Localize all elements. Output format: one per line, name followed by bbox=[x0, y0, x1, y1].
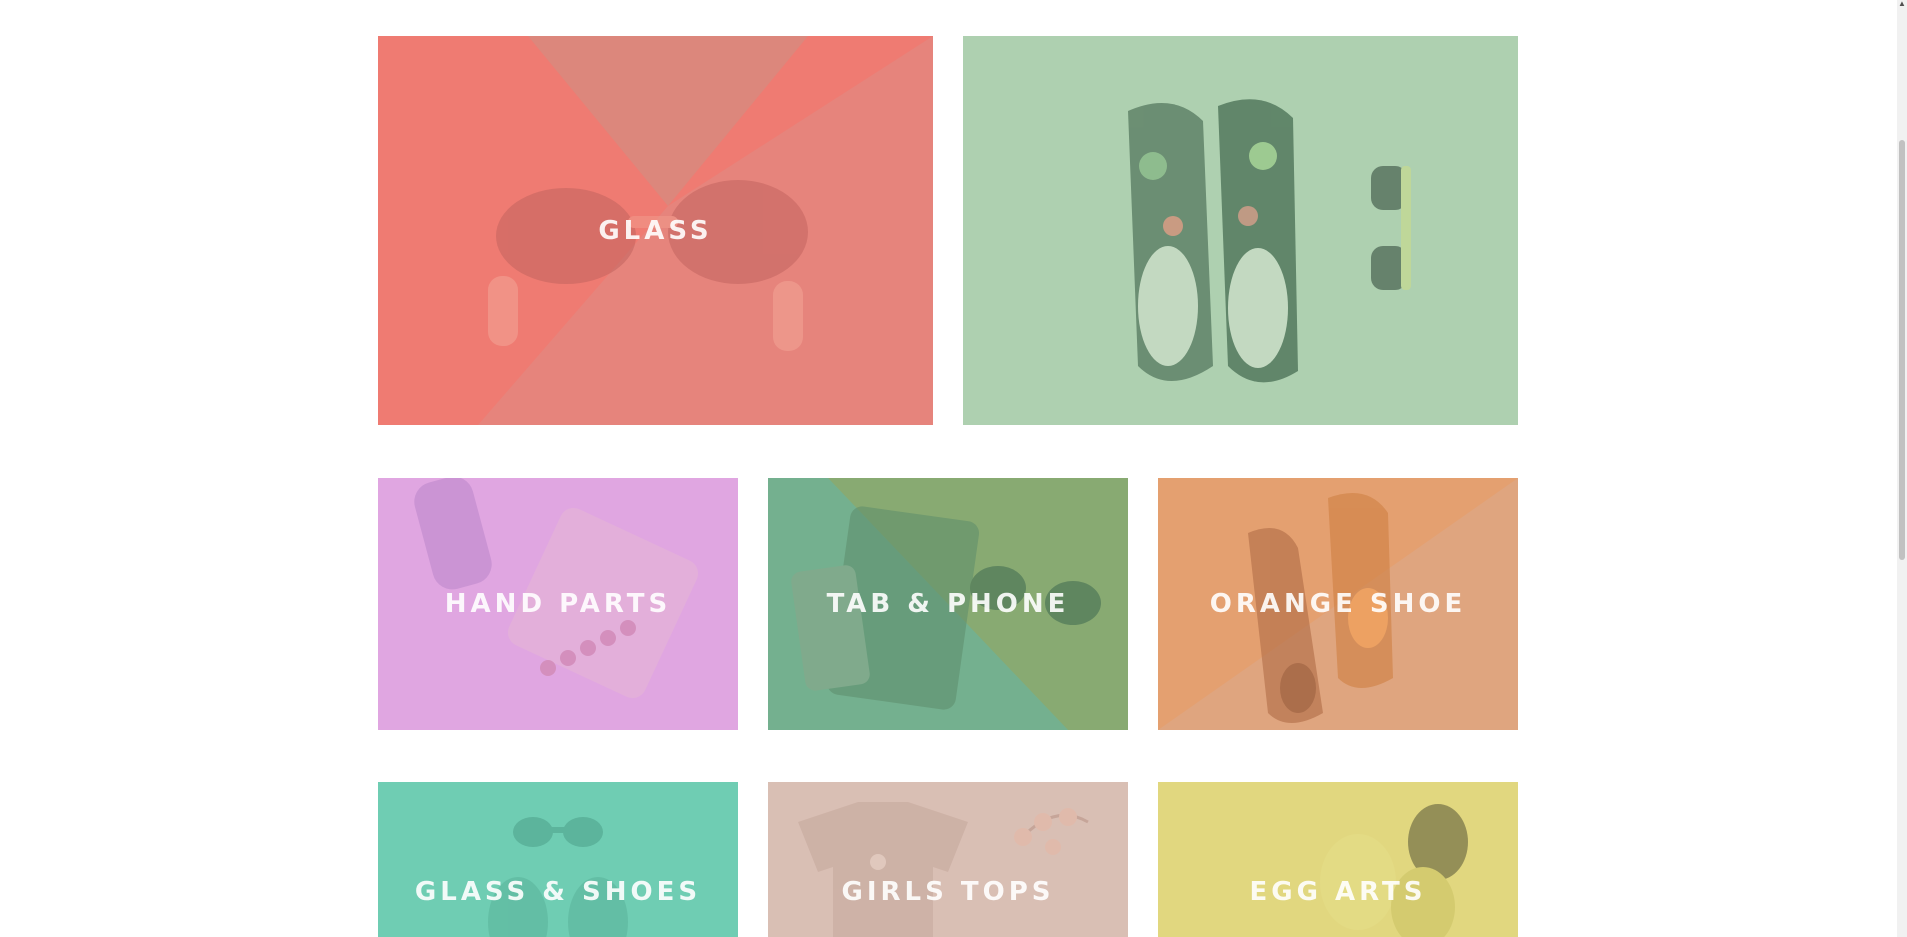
category-label: ORANGE SHOE bbox=[1209, 589, 1467, 619]
category-tile-orange-shoe[interactable]: ORANGE SHOE bbox=[1158, 478, 1518, 730]
scrollbar-thumb[interactable] bbox=[1899, 140, 1905, 560]
category-label: TAB & PHONE bbox=[826, 589, 1070, 619]
category-tile-shoes[interactable] bbox=[963, 36, 1518, 425]
category-tile-egg-arts[interactable]: EGG ARTS bbox=[1158, 782, 1518, 937]
category-label: GLASS bbox=[598, 215, 713, 246]
category-tile-girls-tops[interactable]: GIRLS TOPS bbox=[768, 782, 1128, 937]
sunglasses-shoes-icon bbox=[488, 817, 628, 937]
category-tile-tab-phone[interactable]: TAB & PHONE bbox=[768, 478, 1128, 730]
egg-icon bbox=[1320, 804, 1468, 937]
category-tile-hand-parts[interactable]: HAND PARTS bbox=[378, 478, 738, 730]
t-shirt-icon bbox=[798, 802, 1089, 937]
category-label: GLASS & SHOES bbox=[414, 877, 702, 907]
sneakers-icon bbox=[1128, 99, 1411, 383]
category-tile-glass-shoes[interactable]: GLASS & SHOES bbox=[378, 782, 738, 937]
vertical-scrollbar[interactable]: ▲ bbox=[1897, 0, 1907, 937]
category-grid: GLASS HAND PARTS TAB & PHONE ORANGE SHOE… bbox=[0, 0, 1897, 937]
category-label: HAND PARTS bbox=[444, 589, 672, 619]
category-tile-glass[interactable]: GLASS bbox=[378, 36, 933, 425]
category-label: EGG ARTS bbox=[1249, 877, 1427, 907]
scroll-up-arrow-icon[interactable]: ▲ bbox=[1898, 0, 1906, 8]
category-label: GIRLS TOPS bbox=[841, 877, 1055, 907]
